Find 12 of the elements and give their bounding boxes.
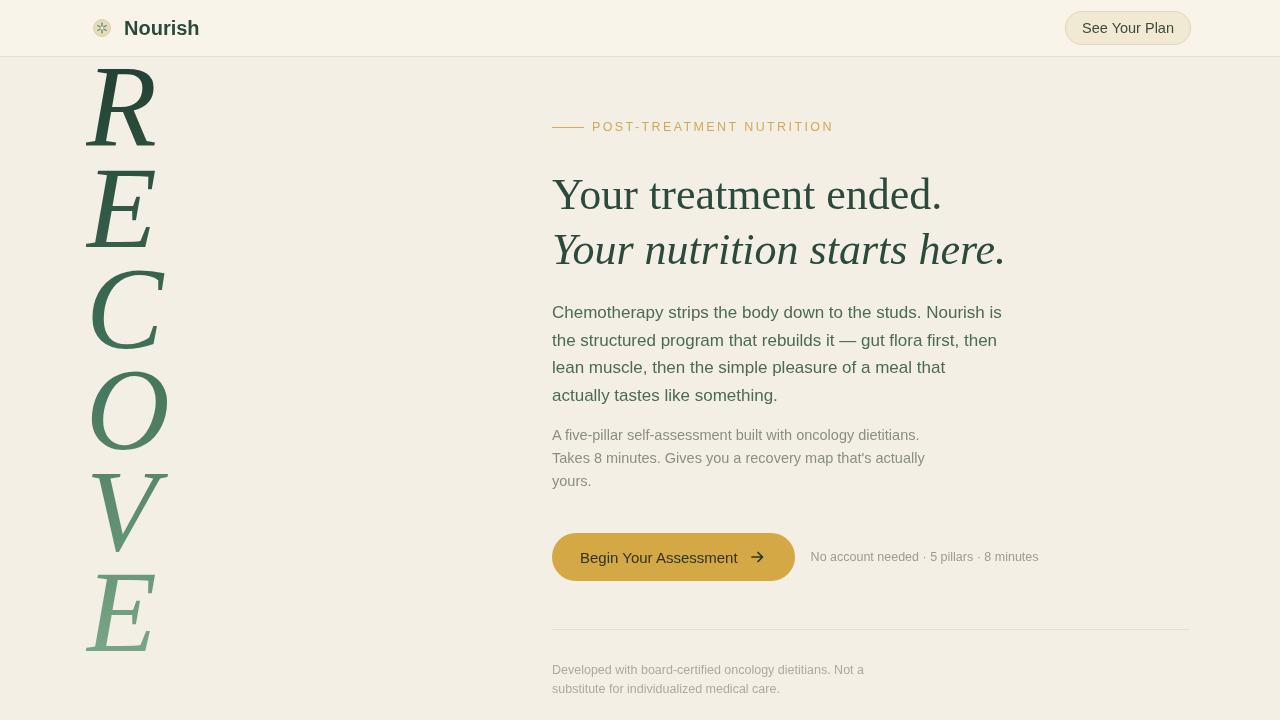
brand-name[interactable]: Nourish	[124, 16, 200, 40]
arrow-right-icon	[750, 551, 764, 563]
disclaimer-text: Developed with board-certified oncology dietitians. Not a substitute for individualized medical care.	[552, 662, 865, 698]
see-plan-button[interactable]: See Your Plan	[1065, 11, 1191, 45]
lead-paragraph: Chemotherapy strips the body down to the studs. Nourish is the structured program that rebuilds it — gut flora first, then lean muscle, then the simple pleasure of a meal that actually tastes like something.	[552, 302, 1003, 407]
detail-paragraph: A five-pillar self-assessment built with oncology dietitians. Takes 8 minutes. Gives you a recovery map that's actually yours.	[552, 426, 926, 491]
headline-line: Your nutrition starts here.	[552, 224, 1006, 276]
flower-logo-icon	[93, 19, 111, 37]
eyebrow-label: POST-TREATMENT NUTRITION	[592, 120, 834, 134]
begin-assessment-button[interactable]: Begin Your Assessment	[552, 533, 795, 581]
headline-line: Your treatment ended.	[552, 169, 943, 221]
cta-note: No account needed · 5 pillars · 8 minutes	[810, 550, 1039, 564]
